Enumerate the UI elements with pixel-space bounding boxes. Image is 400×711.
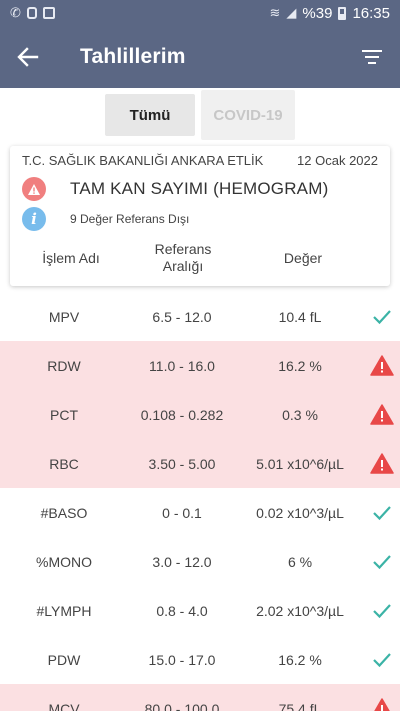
check-icon (364, 603, 400, 619)
test-info-card: T.C. SAĞLIK BAKANLIĞI ANKARA ETLİK 12 Oc… (10, 146, 390, 286)
battery-percent: %39 (302, 4, 333, 22)
battery-icon (338, 6, 347, 20)
clock: 16:35 (352, 4, 390, 22)
table-header: İşlem Adı Referans Aralığı Değer (10, 238, 390, 278)
result-reference-range: 11.0 - 16.0 (149, 357, 215, 374)
institution-name: T.C. SAĞLIK BAKANLIĞI ANKARA ETLİK (22, 153, 264, 168)
result-name: RDW (47, 357, 81, 374)
table-row[interactable]: RBC 3.50 - 5.00 5.01 x10^6/µL (0, 439, 400, 488)
column-header-reference-line1: Referans (154, 241, 212, 257)
arrow-left-icon (17, 47, 39, 67)
table-row[interactable]: RDW 11.0 - 16.0 16.2 % (0, 341, 400, 390)
result-value: 16.2 % (278, 357, 322, 374)
filter-button[interactable] (344, 26, 400, 88)
signal-icon: ◢ (286, 5, 297, 20)
result-reference-range: 0.8 - 4.0 (156, 602, 208, 619)
result-name: PDW (47, 651, 81, 668)
result-reference-range: 0 - 0.1 (162, 504, 202, 521)
warning-triangle-icon (364, 453, 400, 474)
status-bar: ✆ ≋ ◢ %39 16:35 (0, 0, 400, 26)
column-header-value: Değer (283, 250, 323, 266)
table-row[interactable]: PCT 0.108 - 0.282 0.3 % (0, 390, 400, 439)
test-name: TAM KAN SAYIMI (HEMOGRAM) (70, 179, 329, 198)
table-row[interactable]: #LYMPH 0.8 - 4.0 2.02 x10^3/µL (0, 586, 400, 635)
column-header-name: İşlem Adı (42, 250, 100, 266)
page-title: Tahlillerim (80, 45, 186, 68)
filter-icon-line (365, 56, 379, 58)
check-icon (364, 554, 400, 570)
info-icon: i (22, 207, 46, 231)
column-header-reference: Referans Aralığı (128, 241, 238, 275)
wifi-icon: ≋ (269, 5, 281, 20)
warning-icon (22, 177, 46, 201)
result-name: #BASO (40, 504, 88, 521)
gallery-icon (42, 7, 55, 19)
sim-icon (26, 7, 37, 19)
app-bar: Tahlillerim (0, 26, 400, 88)
check-icon (364, 652, 400, 668)
result-reference-range: 15.0 - 17.0 (148, 651, 216, 668)
result-name: RBC (49, 455, 79, 472)
warning-triangle-icon (364, 355, 400, 376)
tab-all[interactable]: Tümü (105, 94, 195, 136)
result-value: 5.01 x10^6/µL (256, 455, 344, 472)
check-icon (364, 505, 400, 521)
result-reference-range: 80.0 - 100.0 (144, 700, 220, 711)
result-name: MPV (48, 308, 80, 325)
result-reference-range: 3.50 - 5.00 (148, 455, 216, 472)
result-reference-range: 0.108 - 0.282 (140, 406, 224, 423)
tab-bar: Tümü COVID-19 (0, 88, 400, 142)
back-button[interactable] (0, 26, 56, 88)
test-date: 12 Ocak 2022 (297, 153, 378, 168)
table-row[interactable]: MCV 80.0 - 100.0 75.4 fL (0, 684, 400, 711)
warning-triangle-icon (364, 404, 400, 425)
result-reference-range: 3.0 - 12.0 (152, 553, 212, 570)
result-name: %MONO (36, 553, 92, 570)
tab-covid-19[interactable]: COVID-19 (201, 90, 295, 140)
table-row[interactable]: PDW 15.0 - 17.0 16.2 % (0, 635, 400, 684)
phone-icon: ✆ (10, 5, 21, 20)
notification-icons: ✆ (10, 5, 55, 21)
out-of-range-summary: 9 Değer Referans Dışı (70, 212, 190, 226)
result-value: 2.02 x10^3/µL (256, 602, 344, 619)
result-reference-range: 6.5 - 12.0 (152, 308, 212, 325)
result-value: 10.4 fL (278, 308, 322, 325)
result-name: MCV (48, 700, 80, 711)
result-name: PCT (50, 406, 78, 423)
result-value: 0.3 % (282, 406, 318, 423)
check-icon (364, 309, 400, 325)
table-row[interactable]: #BASO 0 - 0.1 0.02 x10^3/µL (0, 488, 400, 537)
result-value: 6 % (287, 553, 313, 570)
result-name: #LYMPH (36, 602, 92, 619)
table-row[interactable]: MPV 6.5 - 12.0 10.4 fL (0, 292, 400, 341)
filter-icon-line (368, 62, 376, 64)
warning-triangle-icon (364, 698, 400, 711)
result-value: 0.02 x10^3/µL (256, 504, 344, 521)
result-value: 16.2 % (278, 651, 322, 668)
result-value: 75.4 fL (278, 700, 322, 711)
results-list: MPV 6.5 - 12.0 10.4 fL RDW 11.0 - 16.0 16.2 %… (0, 292, 400, 711)
filter-icon (362, 50, 382, 52)
column-header-reference-line2: Aralığı (162, 258, 204, 274)
table-row[interactable]: %MONO 3.0 - 12.0 6 % (0, 537, 400, 586)
